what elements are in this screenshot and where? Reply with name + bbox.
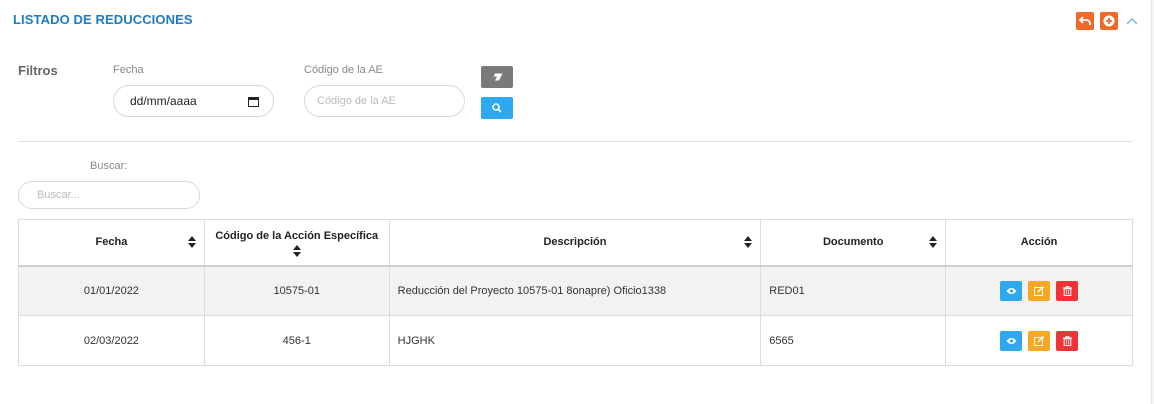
column-header-codigo[interactable]: Código de la Acción Específica (203, 219, 390, 266)
filters-heading: Filtros (18, 63, 58, 78)
trash-icon (1062, 335, 1072, 346)
calendar-icon (248, 96, 259, 107)
edit-icon (1034, 335, 1045, 346)
cell-documento: RED01 (760, 265, 947, 316)
sort-icon (187, 236, 196, 249)
cell-descripcion: HJGHK (388, 315, 762, 366)
cell-codigo: 456-1 (203, 315, 390, 366)
search-icon (492, 103, 502, 113)
chevron-up-icon (1126, 18, 1138, 25)
cell-codigo: 10575-01 (203, 265, 390, 316)
sort-icon (929, 236, 938, 249)
sort-icon (744, 236, 753, 249)
sort-icon (292, 244, 301, 257)
add-button[interactable] (1100, 12, 1118, 30)
cell-actions (945, 265, 1133, 316)
date-value: dd/mm/aaaa (130, 94, 197, 108)
code-field[interactable]: Código de la AE (304, 85, 465, 117)
cell-fecha: 02/03/2022 (18, 315, 205, 366)
table-header-row: Fecha Código de la Acción Específica Des… (18, 219, 1133, 266)
table-row: 02/03/2022 456-1 HJGHK 6565 (18, 315, 1133, 366)
page-title: LISTADO DE REDUCCIONES (13, 12, 193, 27)
search-button[interactable] (481, 97, 513, 119)
cell-descripcion: Reducción del Proyecto 10575-01 8onapre)… (388, 265, 762, 316)
edit-button[interactable] (1028, 330, 1051, 351)
undo-icon (1079, 16, 1091, 25)
search-placeholder: Buscar... (37, 189, 80, 201)
clear-filters-button[interactable] (481, 66, 513, 88)
reductions-panel: LISTADO DE REDUCCIONES Filtros Fecha dd/… (0, 0, 1152, 404)
search-input[interactable]: Buscar... (18, 181, 200, 209)
divider (18, 141, 1133, 142)
edit-icon (1034, 285, 1045, 296)
cell-fecha: 01/01/2022 (18, 265, 205, 316)
collapse-button[interactable] (1125, 14, 1139, 28)
eye-icon (1006, 337, 1017, 344)
search-label: Buscar: (90, 160, 128, 172)
column-header-descripcion[interactable]: Descripción (388, 219, 762, 266)
code-placeholder: Código de la AE (317, 95, 396, 107)
cell-documento: 6565 (760, 315, 947, 366)
back-button[interactable] (1076, 12, 1094, 30)
column-header-fecha[interactable]: Fecha (18, 219, 205, 266)
table-row: 01/01/2022 10575-01 Reducción del Proyec… (18, 265, 1133, 316)
cell-actions (945, 315, 1133, 366)
eraser-icon (491, 73, 503, 81)
plus-circle-icon (1103, 15, 1115, 27)
date-label: Fecha (113, 64, 144, 76)
view-button[interactable] (1000, 280, 1023, 301)
eye-icon (1006, 287, 1017, 294)
date-field[interactable]: dd/mm/aaaa (113, 85, 274, 117)
delete-button[interactable] (1056, 330, 1079, 351)
view-button[interactable] (1000, 330, 1023, 351)
reductions-table: Fecha Código de la Acción Específica Des… (18, 219, 1133, 366)
edit-button[interactable] (1028, 280, 1051, 301)
code-label: Código de la AE (304, 64, 383, 76)
column-header-documento[interactable]: Documento (760, 219, 947, 266)
trash-icon (1062, 286, 1072, 296)
delete-button[interactable] (1056, 280, 1079, 301)
column-header-accion: Acción (945, 219, 1133, 266)
